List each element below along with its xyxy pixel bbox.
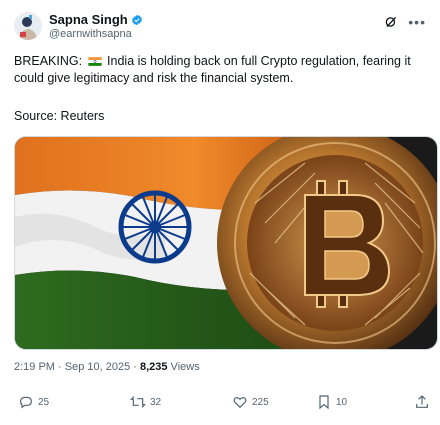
india-flag-icon: [87, 57, 102, 66]
verified-icon: [131, 14, 142, 25]
like-count: 225: [252, 396, 269, 408]
tweet-text: BREAKING: India is holding back on full …: [14, 53, 428, 87]
source-line: Source: Reuters: [14, 109, 105, 123]
breaking-prefix: BREAKING:: [14, 54, 83, 68]
tweet-header: Sapna Singh @earnwithsapna •••: [14, 10, 426, 42]
grok-icon[interactable]: [384, 15, 398, 29]
like-button[interactable]: 225: [232, 394, 269, 410]
bookmark-button[interactable]: 10: [316, 394, 347, 410]
like-icon: [233, 396, 247, 409]
repost-button[interactable]: 32: [130, 394, 161, 410]
share-button[interactable]: [414, 394, 430, 410]
more-icon[interactable]: •••: [408, 15, 426, 29]
views-count: 8,235: [139, 361, 168, 373]
timestamp[interactable]: 2:19 PM · Sep 10, 2025 ·: [14, 361, 140, 373]
bookmark-icon: [319, 395, 329, 410]
india-flag-bitcoin-image: [15, 137, 437, 349]
repost-icon: [130, 396, 146, 408]
views-label: Views: [167, 361, 200, 373]
ashoka-chakra: [118, 190, 192, 264]
share-icon: [416, 395, 428, 408]
repost-count: 32: [150, 396, 162, 408]
display-name[interactable]: Sapna Singh: [49, 12, 128, 27]
action-bar: 25 32 225 10: [14, 394, 434, 414]
handle[interactable]: @earnwithsapna: [49, 27, 143, 41]
reply-button[interactable]: 25: [18, 394, 49, 410]
avatar[interactable]: [14, 12, 42, 40]
reply-count: 25: [38, 396, 50, 408]
tweet-image[interactable]: [14, 136, 438, 350]
reply-icon: [20, 396, 32, 409]
tweet-meta: 2:19 PM · Sep 10, 2025 · 8,235 Views: [14, 361, 200, 373]
bookmark-count: 10: [336, 396, 348, 408]
bitcoin-coin: [217, 137, 437, 349]
